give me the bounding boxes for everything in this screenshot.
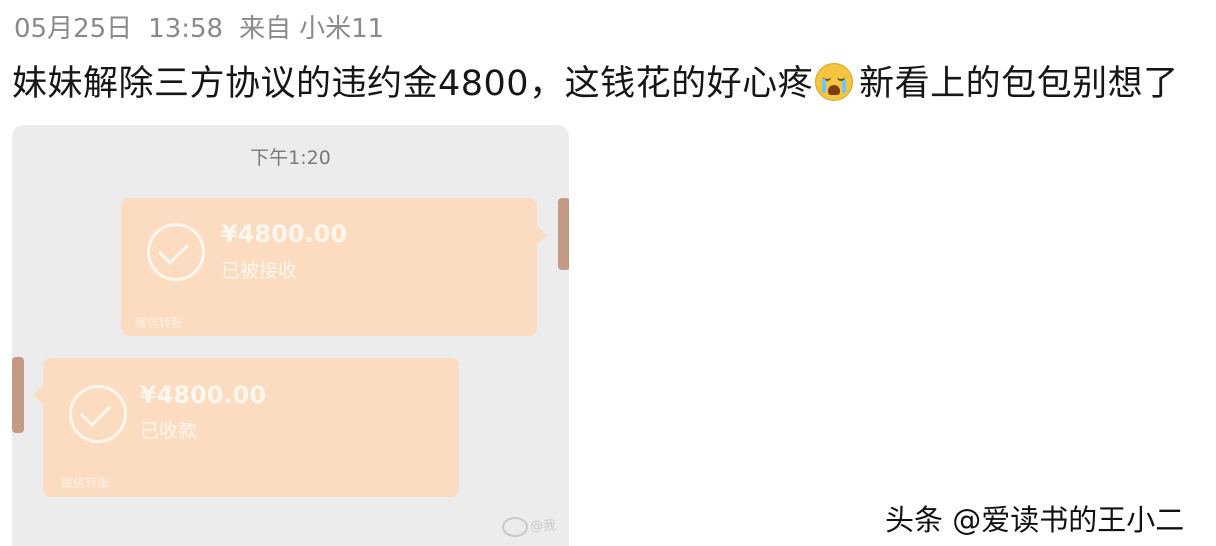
transfer-amount: ¥4800.00 <box>140 381 267 409</box>
bubble-tail-right <box>537 226 547 244</box>
transfer-footer: 微信转账 <box>135 316 184 330</box>
transfer-amount: ¥4800.00 <box>221 220 348 248</box>
post-text-part1: 妹妹解除三方协议的违约金4800，这钱花的好心疼 <box>12 64 814 104</box>
post-source-prefix: 来自 <box>239 14 292 44</box>
crying-face-icon <box>815 63 854 101</box>
avatar-left <box>12 357 24 433</box>
transfer-status: 已被接收 <box>221 260 298 282</box>
avatar-right <box>558 198 569 270</box>
check-circle-icon <box>147 223 205 281</box>
transfer-card-received: ¥4800.00 已收款 微信转账 <box>43 358 459 497</box>
toutiao-watermark: 头条 @爱读书的王小二 <box>885 503 1185 537</box>
chat-timestamp: 下午1:20 <box>250 147 331 169</box>
post-text: 妹妹解除三方协议的违约金4800，这钱花的好心疼 新看上的包包别想了 <box>12 55 1179 106</box>
post-meta: 05月25日 13:58 来自 小米11 <box>14 8 400 45</box>
post-time: 13:58 <box>148 14 224 44</box>
check-circle-icon <box>69 385 127 443</box>
chat-screenshot-image[interactable]: 下午1:20 ¥4800.00 已被接收 微信转账 ¥4800.00 已收款 微… <box>12 125 569 546</box>
post-source-device[interactable]: 小米11 <box>299 14 384 44</box>
bubble-tail-left <box>33 386 43 404</box>
post-text-part2: 新看上的包包别想了 <box>859 64 1179 104</box>
transfer-card-sent: ¥4800.00 已被接收 微信转账 <box>121 198 537 336</box>
transfer-footer: 微信转账 <box>61 476 110 490</box>
weibo-logo-icon <box>502 517 528 537</box>
transfer-status: 已收款 <box>140 420 198 442</box>
post-date: 05月25日 <box>14 14 133 44</box>
weibo-watermark: @我 <box>530 519 557 534</box>
